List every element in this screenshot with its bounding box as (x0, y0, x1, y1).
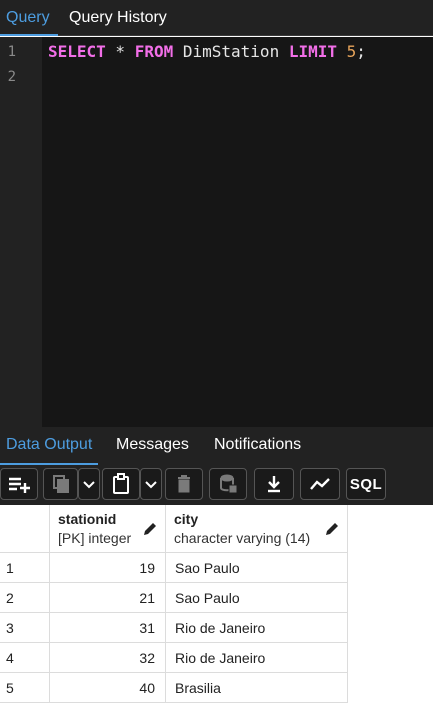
line-number: 1 (7, 44, 16, 60)
tab-data-output[interactable]: Data Output (0, 427, 99, 465)
save-data-icon (220, 474, 238, 494)
tab-query[interactable]: Query (0, 0, 58, 36)
cell-city[interactable]: Rio de Janeiro (166, 643, 348, 673)
column-header-city[interactable]: city character varying (14) (166, 505, 348, 553)
paste-options-dropdown[interactable] (140, 468, 162, 500)
edit-pencil-icon[interactable] (324, 521, 340, 537)
cell-stationid[interactable]: 19 (50, 553, 166, 583)
sql-space (337, 42, 347, 61)
chevron-down-icon (83, 481, 95, 489)
delete-icon (178, 475, 190, 493)
cell-stationid[interactable]: 32 (50, 643, 166, 673)
line-number: 2 (7, 69, 16, 85)
output-tab-bar: Data Output Messages Notifications (0, 427, 433, 465)
column-header-stationid[interactable]: stationid [PK] integer (50, 505, 166, 553)
row-number: 1 (0, 553, 50, 583)
tab-notifications[interactable]: Notifications (214, 427, 301, 465)
paste-button[interactable] (102, 468, 140, 500)
sql-keyword-select: SELECT (48, 42, 106, 61)
sql-keyword-limit: LIMIT (288, 42, 337, 61)
column-name: stationid (58, 511, 117, 527)
sql-table-name: DimStation (173, 42, 289, 61)
row-number: 2 (0, 583, 50, 613)
copy-options-dropdown[interactable] (78, 468, 100, 500)
line-number-gutter: 1 2 (0, 37, 42, 427)
save-data-button[interactable] (209, 468, 247, 500)
download-icon (268, 476, 280, 493)
sql-code-line[interactable]: SELECT * FROM DimStation LIMIT 5; (48, 42, 366, 61)
column-type: [PK] integer (58, 530, 132, 546)
delete-button[interactable] (165, 468, 203, 500)
cell-stationid[interactable]: 21 (50, 583, 166, 613)
tab-query-history[interactable]: Query History (69, 0, 167, 36)
tab-messages[interactable]: Messages (116, 427, 189, 465)
cell-city[interactable]: Sao Paulo (166, 583, 348, 613)
add-row-icon (9, 477, 30, 493)
sql-keyword-from: FROM (134, 42, 174, 61)
download-button[interactable] (254, 468, 294, 500)
cell-stationid[interactable]: 40 (50, 673, 166, 703)
copy-button[interactable] (43, 468, 78, 500)
sql-star: * (105, 42, 135, 61)
graph-visualiser-button[interactable] (300, 468, 340, 500)
chevron-down-icon (145, 481, 157, 489)
query-tab-bar: Query Query History (0, 0, 433, 36)
column-type: character varying (14) (174, 530, 311, 546)
results-grid[interactable]: stationid [PK] integer city character va… (0, 505, 433, 720)
row-number-header (0, 505, 50, 553)
sql-icon: SQL (349, 475, 383, 493)
sql-button[interactable]: SQL (346, 468, 386, 500)
data-output-toolbar: SQL (0, 465, 433, 505)
paste-icon (113, 473, 129, 494)
column-name: city (174, 511, 199, 527)
cell-city[interactable]: Rio de Janeiro (166, 613, 348, 643)
sql-semicolon: ; (356, 42, 366, 61)
row-number: 4 (0, 643, 50, 673)
row-number: 3 (0, 613, 50, 643)
add-row-button[interactable] (0, 468, 38, 500)
cell-city[interactable]: Brasilia (166, 673, 348, 703)
graph-icon (310, 478, 330, 490)
cell-stationid[interactable]: 31 (50, 613, 166, 643)
sql-limit-value: 5 (346, 42, 357, 61)
cell-city[interactable]: Sao Paulo (166, 553, 348, 583)
copy-icon (52, 475, 69, 493)
row-number: 5 (0, 673, 50, 703)
edit-pencil-icon[interactable] (142, 521, 158, 537)
sql-editor[interactable]: 1 2 SELECT * FROM DimStation LIMIT 5; (0, 37, 433, 427)
